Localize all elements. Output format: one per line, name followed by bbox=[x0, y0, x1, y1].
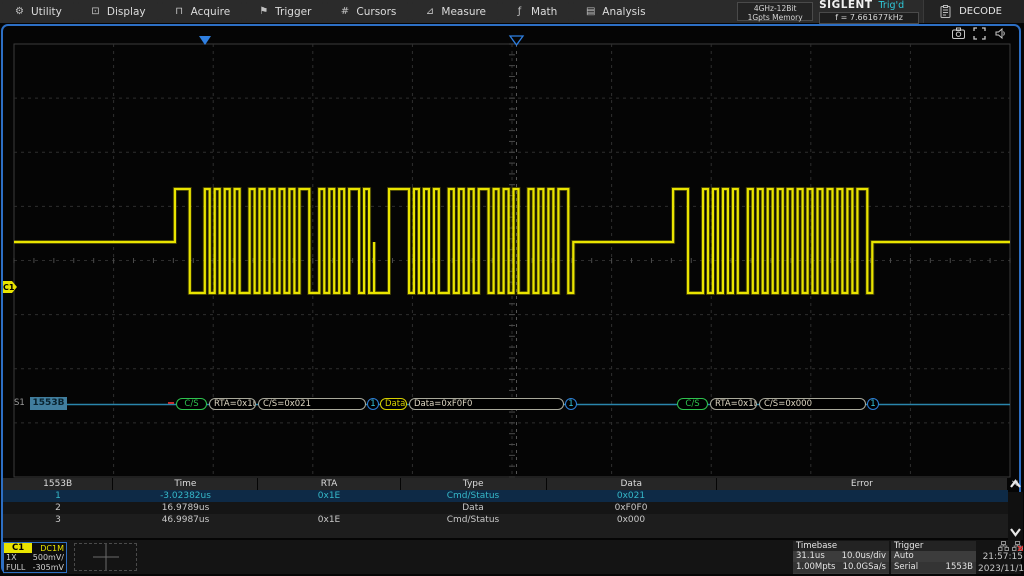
table-cell: 0x021 bbox=[546, 490, 716, 502]
table-cell: 1553B bbox=[3, 478, 112, 490]
timebase-panel[interactable]: Timebase 31.1us 10.0us/div 1.00Mpts 10.0… bbox=[793, 541, 889, 574]
table-cell bbox=[258, 502, 400, 514]
table-cell: Error bbox=[717, 478, 1007, 490]
channel-offset: -305mV bbox=[33, 563, 64, 573]
scroll-up-icon[interactable] bbox=[1008, 476, 1023, 492]
decode-bubble-num: 1 bbox=[367, 398, 379, 410]
decode-start-marker bbox=[168, 402, 174, 404]
svg-text:C1: C1 bbox=[3, 283, 15, 292]
plus-icon bbox=[93, 544, 119, 570]
table-cell bbox=[716, 502, 1008, 514]
table-row[interactable]: 346.9987us0x1ECmd/Status0x000 bbox=[3, 514, 1008, 526]
table-cell: 16.9789us bbox=[113, 502, 258, 514]
table-cell: Time bbox=[113, 478, 257, 490]
table-cell bbox=[716, 490, 1008, 502]
table-scrollbar[interactable] bbox=[1008, 492, 1023, 540]
channel-bandwidth: FULL bbox=[6, 563, 25, 573]
table-cell: 0x1E bbox=[258, 490, 400, 502]
table-cell: Data bbox=[547, 478, 716, 490]
table-cell: Cmd/Status bbox=[400, 514, 546, 526]
channel-scale: 500mV/ bbox=[33, 553, 64, 563]
screenshot-camera-icon[interactable] bbox=[952, 27, 965, 40]
table-cell: 0xF0F0 bbox=[546, 502, 716, 514]
decode-bubble-val: Data=0xF0F0 bbox=[409, 398, 564, 410]
channel-coupling: DC1M bbox=[40, 544, 66, 553]
decode-bubble-val: RTA=0x1E bbox=[710, 398, 757, 410]
clock-time: 21:57:15 bbox=[978, 551, 1023, 563]
trigger-panel[interactable]: Trigger Auto Serial 1553B bbox=[891, 541, 976, 574]
sound-icon[interactable] bbox=[994, 27, 1007, 40]
table-header-row: 1553BTimeRTATypeDataError bbox=[3, 478, 1008, 490]
lan-icon bbox=[998, 541, 1009, 551]
channel-attenuation: 1X bbox=[6, 553, 17, 563]
table-cell bbox=[716, 514, 1008, 526]
timebase-delay: 31.1us bbox=[796, 551, 825, 562]
table-cell: 3 bbox=[3, 514, 113, 526]
decode-bubble-cs: C/S bbox=[677, 398, 708, 410]
table-cell: 0x1E bbox=[258, 514, 400, 526]
decode-bubble-data: Data bbox=[380, 398, 407, 410]
lan-disconnected-icon bbox=[1012, 541, 1023, 551]
clock-date: 2023/11/13 bbox=[978, 563, 1023, 575]
table-cell: 1 bbox=[3, 490, 113, 502]
table-cell: RTA bbox=[258, 478, 399, 490]
table-cell: 0x000 bbox=[546, 514, 716, 526]
clock-panel: 21:57:15 2023/11/13 bbox=[978, 540, 1023, 574]
fullscreen-icon[interactable] bbox=[973, 27, 986, 40]
table-cell: 46.9987us bbox=[113, 514, 258, 526]
timebase-title: Timebase bbox=[793, 541, 889, 551]
decode-bubble-num: 1 bbox=[565, 398, 577, 410]
table-cell: 2 bbox=[3, 502, 113, 514]
decode-bubble-val: C/S=0x021 bbox=[258, 398, 366, 410]
table-cell: Type bbox=[401, 478, 546, 490]
trigger-protocol: 1553B bbox=[946, 562, 973, 573]
table-empty-row bbox=[3, 526, 1008, 538]
decode-results-table: 1553BTimeRTATypeDataError1-3.02382us0x1E… bbox=[3, 478, 1008, 538]
channel-name-tag: C1 bbox=[4, 543, 32, 553]
decode-source-label: S1 bbox=[14, 398, 25, 408]
decode-bubble-val: RTA=0x1E bbox=[209, 398, 256, 410]
channel-1-descriptor[interactable]: C1 DC1M 1X 500mV/ FULL -305mV bbox=[3, 542, 67, 573]
decode-bubble-num: 1 bbox=[867, 398, 879, 410]
table-cell: -3.02382us bbox=[113, 490, 258, 502]
decode-bubble-val: C/S=0x000 bbox=[759, 398, 866, 410]
table-row[interactable]: 216.9789us Data0xF0F0 bbox=[3, 502, 1008, 514]
table-cell: Data bbox=[400, 502, 546, 514]
table-cell: Cmd/Status bbox=[400, 490, 546, 502]
decode-bubble-cs: C/S bbox=[176, 398, 207, 410]
oscilloscope-screen: ⚙Utility⊡Display⊓Acquire⚑Trigger#Cursors… bbox=[0, 0, 1024, 576]
add-channel-button[interactable] bbox=[74, 543, 137, 571]
trigger-mode: Auto bbox=[894, 551, 914, 562]
scroll-down-icon[interactable] bbox=[1008, 524, 1023, 540]
timebase-sample-rate: 10.0GSa/s bbox=[843, 562, 886, 573]
timebase-scale: 10.0us/div bbox=[842, 551, 886, 562]
bottom-status-bar: C1 DC1M 1X 500mV/ FULL -305mV Timebase 3… bbox=[3, 540, 1021, 574]
table-row[interactable]: 1-3.02382us0x1ECmd/Status0x021 bbox=[3, 490, 1008, 502]
trigger-title: Trigger bbox=[891, 541, 976, 551]
trigger-type: Serial bbox=[894, 562, 918, 573]
timebase-memory: 1.00Mpts bbox=[796, 562, 835, 573]
decode-protocol-tag[interactable]: 1553B bbox=[30, 397, 67, 410]
